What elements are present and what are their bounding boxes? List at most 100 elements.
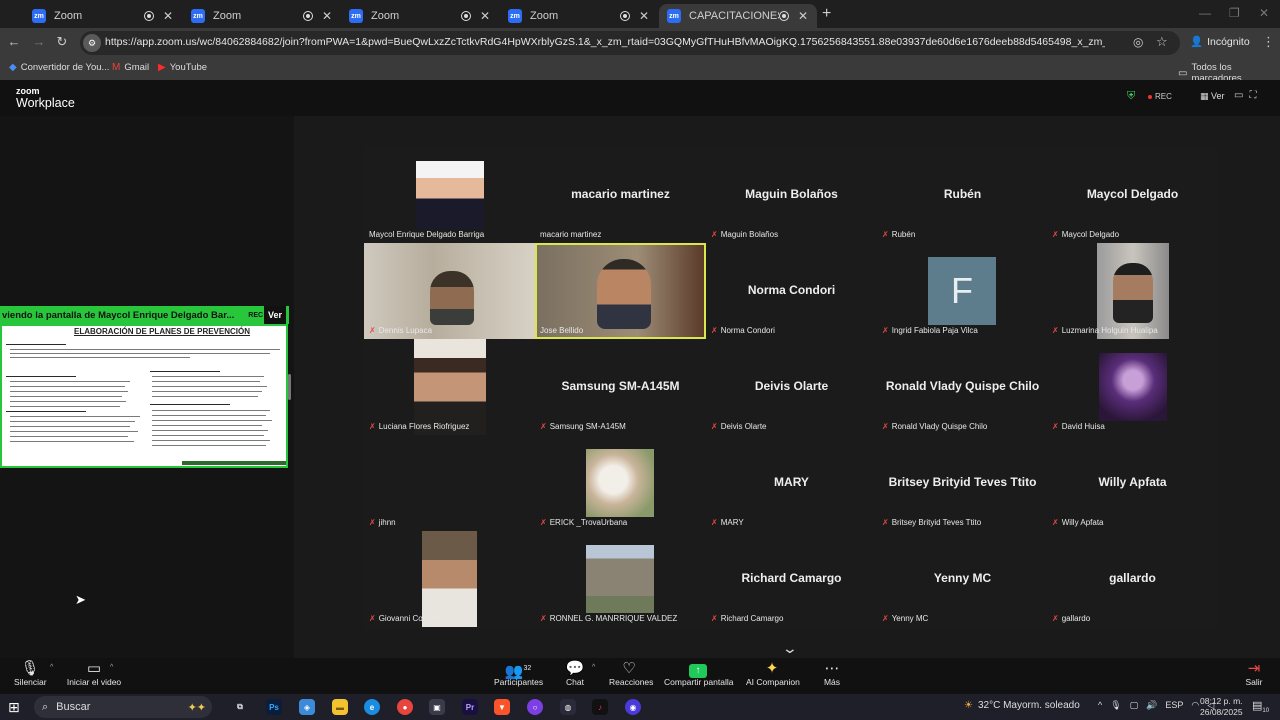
windows-start-icon[interactable]: ⊞ — [8, 699, 20, 716]
browser-menu-icon[interactable]: ⋮ — [1262, 34, 1275, 50]
participant-tile[interactable]: Maycol Enrique Delgado Barriga — [364, 147, 535, 243]
browser-tab[interactable]: zm Zoom ✕ — [24, 4, 182, 28]
leave-button[interactable]: ⇥ Salir — [1243, 660, 1265, 687]
back-icon[interactable]: ← — [6, 34, 22, 49]
reload-icon[interactable]: ↻ — [54, 34, 70, 50]
bookmark-star-icon[interactable]: ☆ — [1156, 34, 1168, 50]
bookmark-item[interactable]: ▶ YouTube — [158, 62, 207, 73]
task-view-icon[interactable]: ⧉ — [232, 699, 248, 715]
video-options-caret-icon[interactable]: ^ — [110, 664, 113, 671]
participant-tile[interactable]: Willy Apfata ✗ Willy Apfata — [1047, 435, 1218, 531]
mute-button[interactable]: 🎙 Silenciar — [14, 660, 47, 687]
participant-tile-speaking[interactable]: Jose Bellido — [535, 243, 706, 339]
taskbar-search[interactable]: ⌕ Buscar ✦✦ — [34, 696, 212, 718]
participant-tile[interactable]: gallardo ✗ gallardo — [1047, 531, 1218, 627]
doc-line — [10, 386, 125, 387]
recording-indicator[interactable]: REC — [1148, 92, 1172, 101]
fullscreen-icon[interactable]: ⛶ — [1249, 90, 1262, 101]
new-tab-icon[interactable]: + — [822, 5, 838, 23]
url-field[interactable]: ⚙ https://app.zoom.us/wc/84062884682/joi… — [80, 31, 1180, 55]
participant-tile[interactable]: ✗ RONNEL G. MANRRIQUE VALDEZ — [535, 531, 706, 627]
participant-tile[interactable]: ✗ Dennis Lupaca — [364, 243, 535, 339]
participant-tile[interactable]: Ronald Vlady Quispe Chilo ✗ Ronald Vlady … — [877, 339, 1048, 435]
volume-icon[interactable]: 🔊 — [1146, 700, 1157, 711]
close-window-icon[interactable]: ✕ — [1259, 6, 1269, 20]
participant-tile[interactable]: ✗ Luciana Flores Riofriguez — [364, 339, 535, 435]
participant-tile[interactable]: Yenny MC ✗ Yenny MC — [877, 531, 1048, 627]
language-indicator[interactable]: ESP — [1165, 700, 1183, 711]
close-tab-icon[interactable]: ✕ — [797, 9, 809, 23]
store-icon[interactable]: ▣ — [429, 699, 445, 715]
restore-icon[interactable]: ❐ — [1229, 6, 1240, 20]
participant-label: ✗ Luzmarina Holguin Hualipa — [1052, 326, 1158, 335]
photoshop-icon[interactable]: Ps — [266, 699, 282, 715]
browser-tab-active[interactable]: zm CAPACITACIONES | SUPERV ✕ — [659, 4, 817, 28]
participant-tile[interactable]: Norma Condori ✗ Norma Condori — [706, 243, 877, 339]
close-tab-icon[interactable]: ✕ — [638, 9, 650, 23]
browser-tab[interactable]: zm Zoom ✕ — [183, 4, 341, 28]
participant-tile[interactable]: Samsung SM-A145M ✗ Samsung SM-A145M — [535, 339, 706, 435]
participant-tile[interactable]: Rubén ✗ Rubén — [877, 147, 1048, 243]
notification-icon[interactable]: ▤10 — [1252, 699, 1269, 714]
site-info-icon[interactable]: ⚙ — [83, 34, 101, 52]
minimize-icon[interactable]: — — [1199, 6, 1211, 20]
reactions-button[interactable]: ♡ Reacciones — [609, 660, 653, 687]
share-view-button[interactable]: Ver — [264, 306, 286, 324]
chat-options-caret-icon[interactable]: ^ — [592, 664, 595, 671]
weather-widget[interactable]: ☀ 32°C Mayorm. soleado — [964, 700, 1080, 711]
browser-tab[interactable]: zm Zoom ✕ — [500, 4, 658, 28]
file-explorer-icon[interactable]: ▬ — [332, 699, 348, 715]
clock[interactable]: 08:12 p. m. 26/08/2025 — [1200, 696, 1243, 718]
tracking-protection-icon[interactable]: ◎ — [1133, 35, 1143, 49]
app-circle-icon[interactable]: ○ — [527, 699, 543, 715]
participant-tile[interactable]: Maycol Delgado ✗ Maycol Delgado — [1047, 147, 1218, 243]
chevron-down-icon[interactable]: ⌄ — [782, 640, 798, 657]
start-video-button[interactable]: ▭ Iniciar el video — [66, 660, 122, 687]
close-tab-icon[interactable]: ✕ — [321, 9, 333, 23]
participant-tile[interactable]: ✗ ERICK _TrovaUrbana — [535, 435, 706, 531]
wifi-icon[interactable]: ◠ — [1191, 700, 1199, 711]
chat-button[interactable]: 💬 Chat — [563, 660, 587, 687]
participant-tile[interactable]: Deivis Olarte ✗ Deivis Olarte — [706, 339, 877, 435]
participant-label: ✗ Samsung SM-A145M — [540, 422, 626, 431]
incognito-indicator[interactable]: 👤 Incógnito — [1190, 35, 1250, 49]
muted-mic-icon: ✗ — [1052, 422, 1059, 431]
premiere-icon[interactable]: Pr — [462, 699, 478, 715]
participant-tile[interactable]: Maguin Bolaños ✗ Maguin Bolaños — [706, 147, 877, 243]
forward-icon[interactable]: → — [31, 34, 47, 49]
tray-app-icon[interactable]: ▢ — [1130, 700, 1139, 711]
close-tab-icon[interactable]: ✕ — [479, 9, 491, 23]
participant-tile[interactable]: macario martinez macario martinez — [535, 147, 706, 243]
minimize-video-icon[interactable]: ▭ — [1234, 90, 1249, 101]
bookmark-item[interactable]: ◆ Convertidor de You... — [9, 62, 109, 73]
close-tab-icon[interactable]: ✕ — [162, 9, 174, 23]
bookmark-item[interactable]: M Gmail — [112, 62, 149, 73]
participants-button[interactable]: 👥32 Participantes — [494, 660, 543, 687]
shared-document[interactable]: ELABORACIÓN DE PLANES DE PREVENCIÓN — [0, 324, 288, 468]
ai-companion-button[interactable]: ✦ AI Companion — [746, 660, 800, 687]
brave-icon[interactable]: ▼ — [494, 699, 510, 715]
browser-tab[interactable]: zm Zoom ✕ — [341, 4, 499, 28]
copilot-icon[interactable]: ◈ — [299, 699, 315, 715]
participant-tile[interactable]: F ✗ Ingrid Fabiola Paja Vilca — [877, 243, 1048, 339]
edge-icon[interactable]: e — [364, 699, 380, 715]
app-icon[interactable]: ◍ — [560, 699, 576, 715]
participant-tile[interactable]: ✗ David Huisa — [1047, 339, 1218, 435]
participant-tile[interactable]: MARY ✗ MARY — [706, 435, 877, 531]
mic-tray-icon[interactable]: 🎙 — [1110, 700, 1121, 711]
audio-options-caret-icon[interactable]: ^ — [50, 664, 53, 671]
participant-tile[interactable]: ✗ Luzmarina Holguin Hualipa — [1047, 243, 1218, 339]
tray-chevron-icon[interactable]: ^ — [1098, 700, 1102, 711]
chrome-icon[interactable]: ● — [397, 699, 413, 715]
participant-tile[interactable]: Richard Camargo ✗ Richard Camargo — [706, 531, 877, 627]
encryption-shield-icon[interactable]: ⛨ — [1127, 90, 1135, 103]
participant-tile[interactable]: ✗ jihnn — [364, 435, 535, 531]
participant-tile[interactable]: Britsey Brityid Teves Ttito ✗ Britsey Bri… — [877, 435, 1048, 531]
share-screen-button[interactable]: ↑ Compartir pantalla — [664, 660, 733, 687]
messenger-icon[interactable]: ◉ — [625, 699, 641, 715]
tiktok-icon[interactable]: ♪ — [592, 699, 608, 715]
panel-resize-handle[interactable] — [288, 374, 291, 400]
view-button[interactable]: ▦ Ver — [1200, 91, 1225, 102]
participant-tile[interactable]: ✗ Giovanni Cordova — [364, 531, 535, 627]
more-button[interactable]: ⋯ Más — [822, 660, 842, 687]
